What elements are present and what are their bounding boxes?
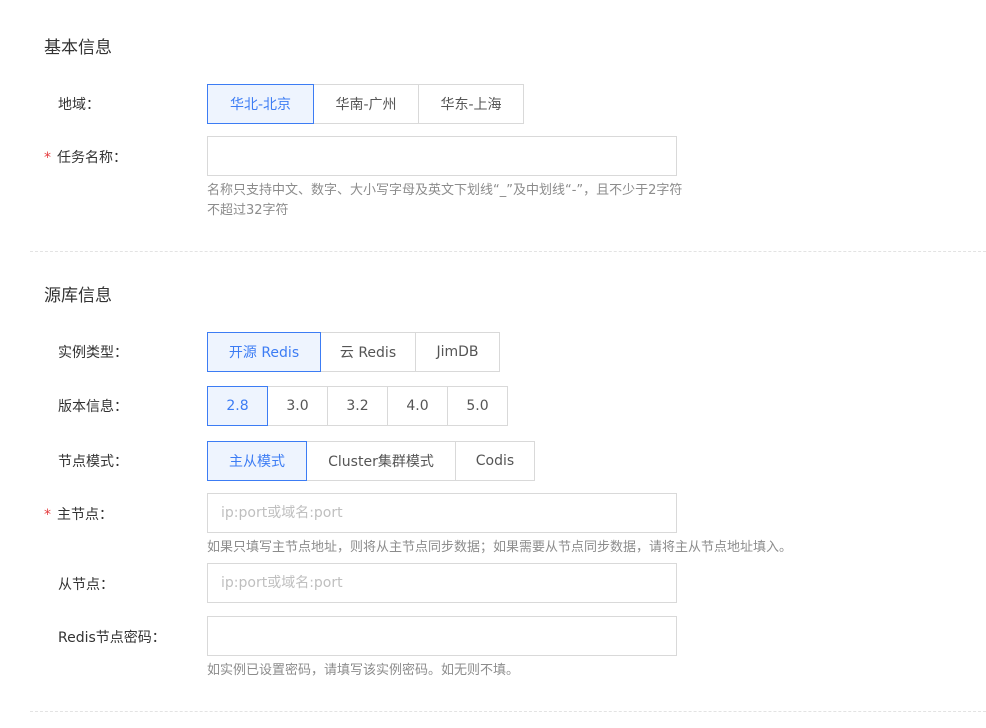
region-selector: 华北-北京 华南-广州 华东-上海 (207, 84, 524, 124)
slave-node-input[interactable] (207, 563, 677, 603)
instance-type-option-jimdb[interactable]: JimDB (415, 332, 500, 372)
task-name-input[interactable] (207, 136, 677, 176)
region-option-beijing[interactable]: 华北-北京 (207, 84, 314, 124)
redis-password-label: Redis节点密码： (58, 630, 166, 646)
instance-type-selector: 开源 Redis 云 Redis JimDB (207, 332, 500, 372)
master-node-hint: 如果只填写主节点地址，则将从主节点同步数据；如果需要从节点同步数据，请将主从节点… (207, 540, 793, 555)
node-mode-selector: 主从模式 Cluster集群模式 Codis (207, 441, 535, 481)
required-mark: * (44, 150, 51, 166)
section-divider-bottom (30, 711, 986, 712)
instance-type-option-open-redis[interactable]: 开源 Redis (207, 332, 321, 372)
redis-password-hint: 如实例已设置密码，请填写该实例密码。如无则不填。 (207, 663, 520, 678)
region-label: 地域： (58, 97, 100, 113)
task-name-hint-line2: 不超过32字符 (207, 203, 289, 218)
migration-task-form: 基本信息 地域： 华北-北京 华南-广州 华东-上海 * 任务名称： 名称只支持中… (0, 0, 986, 728)
master-node-label-text: 主节点： (57, 507, 113, 523)
node-mode-option-master-slave[interactable]: 主从模式 (207, 441, 307, 481)
section-divider (30, 251, 986, 252)
instance-type-label: 实例类型： (58, 345, 128, 361)
slave-node-label: 从节点： (58, 577, 114, 593)
version-label: 版本信息： (58, 399, 128, 415)
master-node-input[interactable] (207, 493, 677, 533)
region-option-guangzhou[interactable]: 华南-广州 (313, 84, 419, 124)
version-option-2-8[interactable]: 2.8 (207, 386, 268, 426)
section-title-source: 源库信息 (44, 286, 112, 306)
version-selector: 2.8 3.0 3.2 4.0 5.0 (207, 386, 508, 426)
version-option-3-0[interactable]: 3.0 (267, 386, 328, 426)
region-option-shanghai[interactable]: 华东-上海 (418, 84, 524, 124)
instance-type-option-cloud-redis[interactable]: 云 Redis (320, 332, 416, 372)
master-node-label: * 主节点： (44, 504, 113, 524)
redis-password-input[interactable] (207, 616, 677, 656)
task-name-hint-line1: 名称只支持中文、数字、大小写字母及英文下划线“_”及中划线“-”，且不少于2字符 (207, 183, 683, 198)
node-mode-option-codis[interactable]: Codis (455, 441, 535, 481)
version-option-5-0[interactable]: 5.0 (447, 386, 508, 426)
version-option-3-2[interactable]: 3.2 (327, 386, 388, 426)
node-mode-label: 节点模式： (58, 454, 128, 470)
node-mode-option-cluster[interactable]: Cluster集群模式 (306, 441, 456, 481)
section-title-basic: 基本信息 (44, 38, 112, 58)
task-name-label-text: 任务名称： (57, 150, 127, 166)
required-mark: * (44, 507, 51, 523)
version-option-4-0[interactable]: 4.0 (387, 386, 448, 426)
task-name-label: * 任务名称： (44, 147, 127, 167)
